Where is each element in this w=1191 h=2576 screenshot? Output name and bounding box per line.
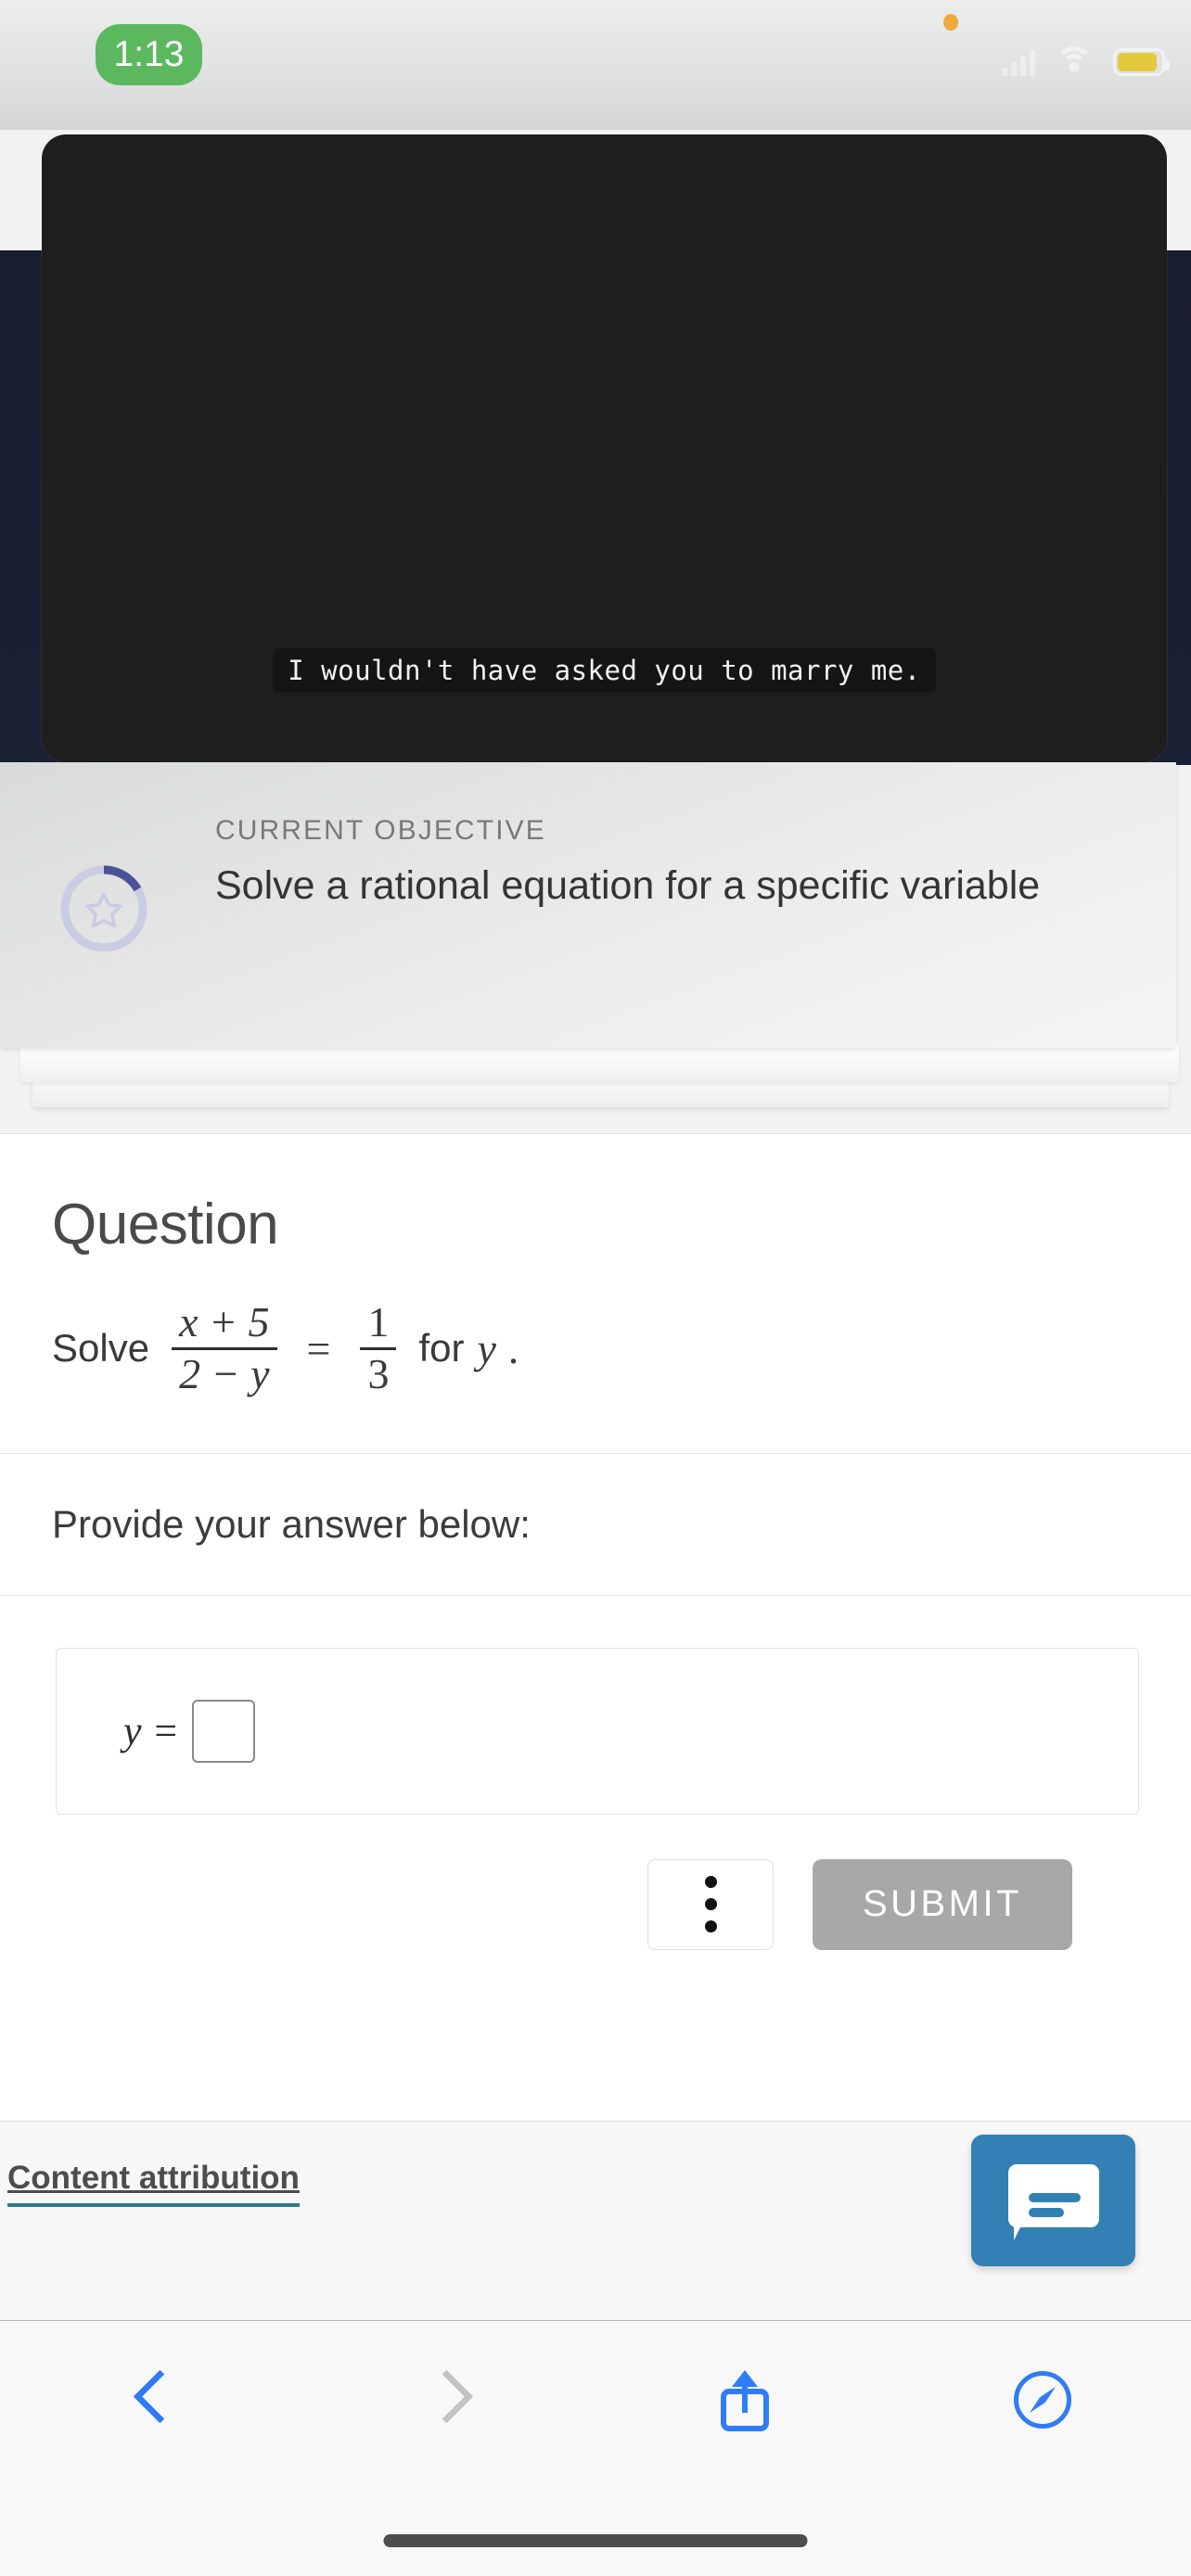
question-variable: y [477, 1324, 496, 1372]
question-card: Question Solve x + 5 2 − y = 1 3 for y .… [0, 1133, 1191, 2122]
objective-label: CURRENT OBJECTIVE [215, 815, 546, 846]
browser-toolbar [0, 2320, 1191, 2576]
question-heading: Question [52, 1192, 279, 1256]
chat-bubble-icon [1007, 2164, 1099, 2240]
share-icon [720, 2368, 769, 2431]
tabs-button[interactable] [893, 2330, 1191, 2469]
answer-prompt: Provide your answer below: [52, 1501, 531, 1546]
fraction-right-denominator: 3 [367, 1349, 390, 1397]
fraction-right-numerator: 1 [367, 1298, 390, 1345]
app-root: 1:13 I wouldn't have asked you to marry … [0, 0, 1191, 2576]
action-row: SUBMIT [56, 1815, 1139, 1950]
fraction-left: x + 5 2 − y [172, 1298, 277, 1399]
video-caption: I wouldn't have asked you to marry me. [273, 648, 936, 693]
question-heading-row: Question [0, 1134, 1191, 1257]
chevron-left-icon [134, 2372, 165, 2428]
equals-sign: = [306, 1324, 331, 1372]
fraction-left-numerator: x + 5 [179, 1298, 270, 1345]
status-bar: 1:13 [0, 0, 1191, 130]
fraction-left-denominator: 2 − y [179, 1349, 270, 1397]
video-player[interactable]: I wouldn't have asked you to marry me. [42, 134, 1167, 762]
chevron-right-icon [431, 2372, 463, 2428]
battery-icon [1113, 48, 1170, 76]
chat-button[interactable] [971, 2135, 1135, 2266]
answer-area: y = SUBMIT [0, 1596, 1191, 1950]
wifi-icon [1054, 46, 1095, 76]
home-indicator [383, 2534, 808, 2547]
more-options-button[interactable] [647, 1858, 774, 1950]
question-prompt-suffix: for [418, 1326, 465, 1371]
answer-input-container[interactable]: y = [56, 1647, 1139, 1815]
privacy-indicator-dot [943, 14, 958, 31]
objective-progress-ring [58, 862, 150, 955]
objective-title: Solve a rational equation for a specific… [215, 863, 1041, 908]
answer-variable-label: y = [123, 1708, 180, 1753]
status-bar-indicators [1002, 46, 1170, 76]
objective-text-block: CURRENT OBJECTIVE Solve a rational equat… [215, 815, 1093, 910]
question-body: Solve x + 5 2 − y = 1 3 for y . [0, 1257, 1191, 1453]
answer-input[interactable] [192, 1699, 256, 1763]
compass-icon [1013, 2371, 1071, 2429]
current-objective-card[interactable]: CURRENT OBJECTIVE Solve a rational equat… [0, 762, 1176, 1048]
submit-button[interactable]: SUBMIT [813, 1858, 1072, 1950]
question-period: . [508, 1324, 520, 1372]
content-attribution-link[interactable]: Content attribution [7, 2160, 300, 2207]
kebab-dot [704, 1876, 717, 1888]
fraction-right: 1 3 [360, 1298, 397, 1399]
star-outline-icon [85, 892, 122, 928]
share-button[interactable] [596, 2330, 893, 2469]
cellular-signal-icon [1002, 48, 1035, 76]
back-button[interactable] [0, 2330, 298, 2469]
question-equation: Solve x + 5 2 − y = 1 3 for y . [52, 1298, 1139, 1399]
forward-button[interactable] [298, 2330, 596, 2469]
recording-time-pill[interactable]: 1:13 [96, 24, 202, 85]
kebab-dot [704, 1920, 717, 1932]
status-bar-time: 1:13 [113, 34, 185, 74]
question-prompt-prefix: Solve [52, 1326, 150, 1371]
card-stack-layer-1 [20, 1043, 1179, 1082]
kebab-dot [704, 1898, 717, 1910]
